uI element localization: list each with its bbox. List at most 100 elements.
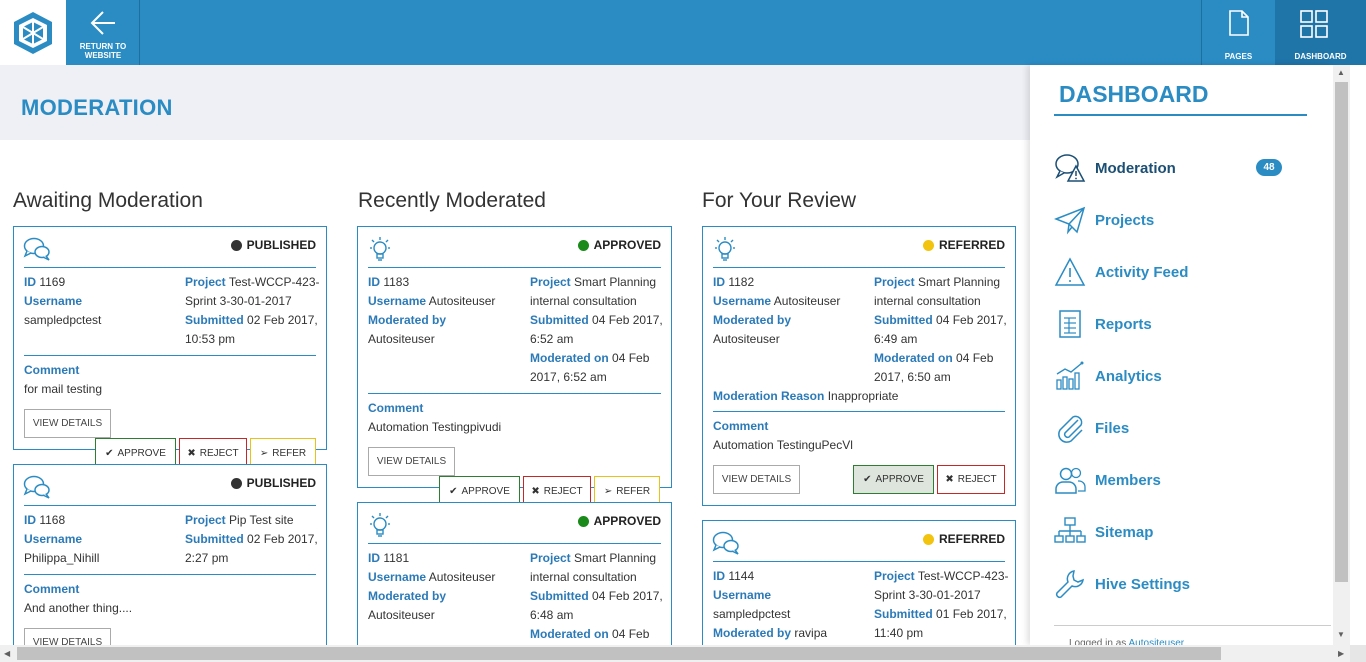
username-value: Autositeuser <box>773 294 841 308</box>
project-label: Project <box>530 275 571 289</box>
sidebar-item-reports[interactable]: Reports <box>1054 306 1314 342</box>
moderated-on-field: Moderated on 04 Feb 2017, 6:52 am <box>530 349 670 387</box>
divider <box>713 561 1005 562</box>
return-to-website-button[interactable]: RETURN TO WEBSITE <box>66 0 140 65</box>
status-label: APPROVED <box>593 514 661 528</box>
pages-label: PAGES <box>1224 52 1253 61</box>
status-label: PUBLISHED <box>246 476 316 490</box>
id-field: ID 1182 <box>713 273 754 292</box>
wrench-icon <box>1055 570 1084 599</box>
comment-value: for mail testing <box>24 382 103 396</box>
status-label: REFERRED <box>938 238 1005 252</box>
moderation-reason-field: Moderation Reason Inappropriate <box>713 387 898 406</box>
moderated-by-key: Moderated by <box>713 626 792 640</box>
dashboard-button[interactable]: DASHBOARD <box>1275 0 1366 65</box>
sidebar-title-underline <box>1054 114 1307 116</box>
comment-label: Comment <box>24 580 79 599</box>
sidebar-item-sitemap[interactable]: Sitemap <box>1054 514 1314 550</box>
username-key: Username <box>368 294 427 308</box>
moderated-by-value: ravipa <box>794 626 828 640</box>
status-badge: PUBLISHED <box>230 476 316 490</box>
project-label: Project <box>874 275 915 289</box>
approve-button[interactable]: ✔ APPROVE <box>853 465 934 494</box>
comment-value: And another thing.... <box>24 601 133 615</box>
submitted-label: Submitted <box>874 607 933 621</box>
divider <box>24 267 316 268</box>
submitted-field: Submitted 04 Feb 2017, 6:49 am <box>874 311 1014 349</box>
project-value: Test-WCCP-423- <box>228 275 320 289</box>
submitted-value-cont: 2:27 pm <box>185 551 229 565</box>
sidebar-item-hive-settings[interactable]: Hive Settings <box>1054 566 1314 602</box>
project-value: Test-WCCP-423- <box>917 569 1009 583</box>
project-value: Smart Planning <box>918 275 1001 289</box>
status-badge: APPROVED <box>577 238 661 252</box>
divider <box>368 267 661 268</box>
recently-moderated-heading: Recently Moderated <box>358 189 546 212</box>
status-dot <box>922 239 934 251</box>
sidebar-item-activity-feed[interactable]: Activity Feed <box>1054 254 1314 290</box>
moderation-card: PUBLISHED ID 1169 Username sampledpctest… <box>13 226 327 450</box>
view-details-button[interactable]: VIEW DETAILS <box>24 409 111 438</box>
page-icon <box>1229 10 1249 36</box>
horizontal-scrollbar-thumb[interactable] <box>17 647 1221 660</box>
moderated-by-key: Moderated by <box>713 313 792 327</box>
id-value: 1182 <box>728 275 755 289</box>
reject-label: REJECT <box>957 474 997 485</box>
paper-plane-icon <box>1054 206 1086 235</box>
view-details-button[interactable]: VIEW DETAILS <box>368 447 455 476</box>
sidebar-item-label: Activity Feed <box>1095 263 1189 281</box>
status-dot <box>922 533 934 545</box>
id-field: ID 1169 <box>24 273 65 292</box>
hive-logo[interactable] <box>0 0 66 65</box>
paperclip-icon <box>1058 415 1083 443</box>
submitted-value-cont: 6:52 am <box>530 332 574 346</box>
project-value-cont: internal consultation <box>530 570 637 584</box>
review-card: REFERRED ID 1182 Username Autositeuser M… <box>702 226 1016 506</box>
submitted-value: 01 Feb 2017, <box>936 607 1007 621</box>
project-value: Pip Test site <box>229 513 294 527</box>
sidebar-item-projects[interactable]: Projects <box>1054 202 1314 238</box>
project-value: Smart Planning <box>574 275 657 289</box>
scroll-up-arrow-icon[interactable]: ▲ <box>1337 68 1345 77</box>
page-header: MODERATION <box>0 65 1030 140</box>
id-value: 1183 <box>383 275 410 289</box>
lightbulb-icon <box>370 513 390 537</box>
project-value-cont: internal consultation <box>530 294 637 308</box>
id-field: ID 1144 <box>713 567 754 586</box>
submitted-field: Submitted 02 Feb 2017, 2:27 pm <box>185 530 325 568</box>
project-label: Project <box>874 569 915 583</box>
scroll-right-arrow-icon[interactable]: ▶ <box>1338 649 1344 658</box>
username-label: Username <box>24 530 82 549</box>
moderation-card: PUBLISHED ID 1168 Username Philippa_Nihi… <box>13 464 327 657</box>
x-icon: ✖ <box>531 485 540 497</box>
page-title: MODERATION <box>21 95 173 120</box>
divider <box>713 411 1005 412</box>
moderated-card: APPROVED ID 1181 Username Autositeuser M… <box>357 502 672 654</box>
comment-key: Comment <box>24 363 80 377</box>
submitted-label: Submitted <box>530 313 589 327</box>
moderated-by-label: Moderated by <box>713 311 791 330</box>
scroll-down-arrow-icon[interactable]: ▼ <box>1337 630 1345 639</box>
sidebar-item-label: Analytics <box>1095 367 1162 385</box>
project-label: Project <box>185 513 226 527</box>
reject-button[interactable]: ✖ REJECT <box>937 465 1005 494</box>
sidebar-item-members[interactable]: Members <box>1054 462 1314 498</box>
sidebar-item-label: Members <box>1095 471 1161 489</box>
sidebar-item-files[interactable]: Files <box>1054 410 1314 446</box>
view-details-button[interactable]: VIEW DETAILS <box>713 465 800 494</box>
moderated-by-label: Moderated by <box>368 587 446 606</box>
return-to-website-label: RETURN TO WEBSITE <box>79 42 127 60</box>
sidebar-item-analytics[interactable]: Analytics <box>1054 358 1314 394</box>
moderated-card: APPROVED ID 1183 Username Autositeuser M… <box>357 226 672 488</box>
pages-button[interactable]: PAGES <box>1201 0 1275 65</box>
moderation-reason-label: Moderation Reason <box>713 389 825 403</box>
vertical-scrollbar-thumb[interactable] <box>1335 82 1348 582</box>
submitted-value: 02 Feb 2017, <box>247 313 318 327</box>
id-value: 1181 <box>383 551 410 565</box>
scroll-left-arrow-icon[interactable]: ◀ <box>4 649 10 658</box>
project-field: Project Smart Planning internal consultat… <box>530 549 670 587</box>
sidebar-item-moderation[interactable]: Moderation 48 <box>1054 150 1314 186</box>
dashboard-sidebar: DASHBOARD Moderation 48 Projects Activit… <box>1030 65 1333 649</box>
comment-label: Comment <box>24 361 79 380</box>
x-icon: ✖ <box>945 474 954 485</box>
